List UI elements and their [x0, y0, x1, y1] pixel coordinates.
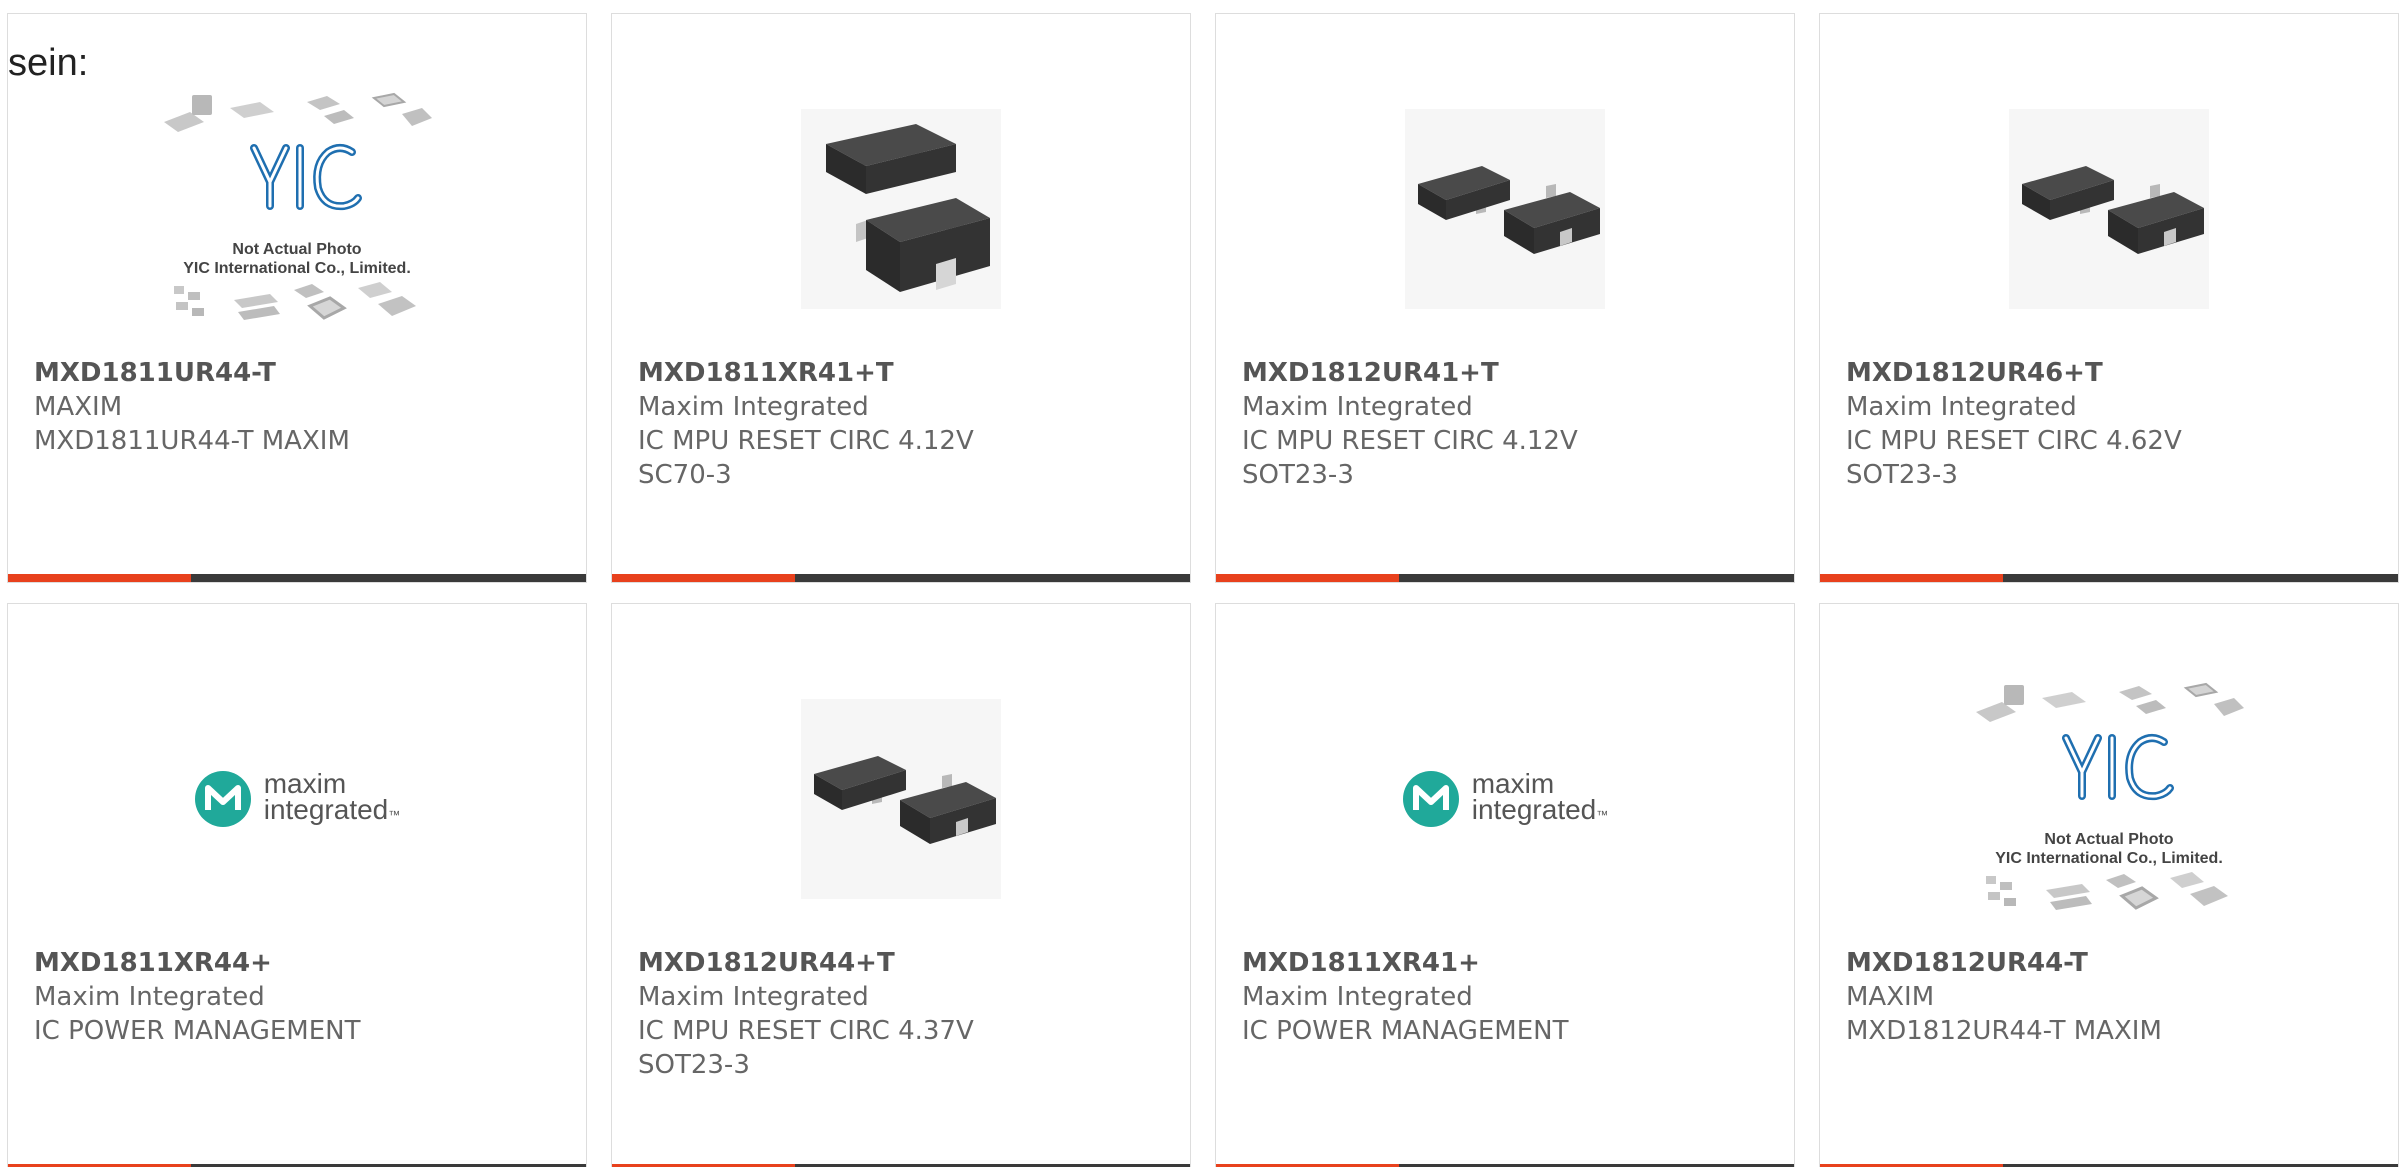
description: IC MPU RESET CIRC 4.37V SOT23-3: [638, 1016, 974, 1080]
product-image[interactable]: [612, 64, 1190, 354]
description: IC MPU RESET CIRC 4.62V SOT23-3: [1846, 426, 2182, 490]
description: IC POWER MANAGEMENT: [1242, 1016, 1569, 1046]
yic-caption-line1: Not Actual Photo: [2044, 831, 2174, 848]
maxim-logo-text: maxim integrated™: [1471, 769, 1609, 828]
card-bar-accent: [1820, 574, 2003, 582]
yic-placeholder-graphic: [164, 92, 432, 211]
product-info: MXD1812UR44+T Maxim Integrated IC MPU RE…: [638, 946, 1058, 1082]
chip-graphic: [814, 756, 996, 844]
product-card[interactable]: maxim integrated™ MXD1811XR44+ Maxim Int…: [7, 603, 587, 1167]
maxim-logo-line2: integrated: [1471, 793, 1597, 825]
product-card[interactable]: Not Actual Photo YIC International Co., …: [7, 13, 587, 583]
product-image[interactable]: Not Actual Photo YIC International Co., …: [1820, 654, 2398, 944]
product-grid: Not Actual Photo YIC International Co., …: [7, 13, 2399, 1167]
product-card[interactable]: MXD1812UR44+T Maxim Integrated IC MPU RE…: [611, 603, 1191, 1167]
manufacturer: Maxim Integrated: [34, 982, 265, 1012]
product-info: MXD1811XR44+ Maxim Integrated IC POWER M…: [34, 946, 454, 1048]
card-progress-bar: [1820, 574, 2398, 582]
product-image[interactable]: maxim integrated™: [8, 654, 586, 944]
product-image[interactable]: [612, 654, 1190, 944]
product-info: MXD1812UR44-T MAXIM MXD1812UR44-T MAXIM: [1846, 946, 2266, 1048]
yic-placeholder-image: Not Actual Photo YIC International Co., …: [162, 90, 432, 328]
manufacturer: MAXIM: [34, 392, 123, 422]
intro-text: sein:: [8, 42, 89, 84]
yic-caption-line2: YIC International Co., Limited.: [1995, 850, 2223, 867]
sot23-chip-photo: [801, 699, 1001, 899]
yic-caption-line1: Not Actual Photo: [232, 241, 362, 258]
page: sein: Not Actual Photo YIC International…: [0, 0, 2400, 1167]
card-bar-accent: [612, 574, 795, 582]
yic-caption: Not Actual Photo YIC International Co., …: [183, 240, 411, 278]
product-card[interactable]: maxim integrated™ MXD1811XR41+ Maxim Int…: [1215, 603, 1795, 1167]
maxim-integrated-logo: maxim integrated™: [1402, 769, 1609, 828]
card-progress-bar: [1216, 574, 1794, 582]
maxim-logo-line2: integrated: [263, 793, 389, 825]
product-card[interactable]: Not Actual Photo YIC International Co., …: [1819, 603, 2399, 1167]
description: IC MPU RESET CIRC 4.12V SOT23-3: [1242, 426, 1578, 490]
maxim-logo-tm: ™: [1596, 807, 1609, 822]
yic-caption: Not Actual Photo YIC International Co., …: [1995, 830, 2223, 868]
chip-graphic: [2022, 166, 2204, 254]
product-card[interactable]: MXD1811XR41+T Maxim Integrated IC MPU RE…: [611, 13, 1191, 583]
product-card[interactable]: MXD1812UR41+T Maxim Integrated IC MPU RE…: [1215, 13, 1795, 583]
product-image[interactable]: Not Actual Photo YIC International Co., …: [8, 64, 586, 354]
part-number[interactable]: MXD1811XR44+: [34, 946, 454, 980]
product-info: MXD1811XR41+T Maxim Integrated IC MPU RE…: [638, 356, 1058, 492]
yic-chips-row: [1986, 872, 2228, 910]
part-number[interactable]: MXD1812UR46+T: [1846, 356, 2266, 390]
manufacturer: Maxim Integrated: [638, 392, 869, 422]
yic-caption-line2: YIC International Co., Limited.: [183, 260, 411, 277]
chip-graphic: [826, 124, 990, 292]
sot23-chip-photo: [1405, 109, 1605, 309]
maxim-logo-tm: ™: [388, 807, 401, 822]
maxim-logo-icon: [1402, 771, 1459, 827]
part-number[interactable]: MXD1811XR41+: [1242, 946, 1662, 980]
part-number[interactable]: MXD1812UR41+T: [1242, 356, 1662, 390]
product-image[interactable]: maxim integrated™: [1216, 654, 1794, 944]
yic-chips-row: [174, 282, 416, 320]
manufacturer: Maxim Integrated: [1242, 982, 1473, 1012]
product-info: MXD1812UR46+T Maxim Integrated IC MPU RE…: [1846, 356, 2266, 492]
manufacturer: Maxim Integrated: [1242, 392, 1473, 422]
description: IC POWER MANAGEMENT: [34, 1016, 361, 1046]
yic-placeholder-graphic: [1976, 682, 2244, 801]
description: IC MPU RESET CIRC 4.12V SC70-3: [638, 426, 974, 490]
sot23-chip-photo: [2009, 109, 2209, 309]
maxim-logo-text: maxim integrated™: [263, 769, 401, 828]
product-info: MXD1811XR41+ Maxim Integrated IC POWER M…: [1242, 946, 1662, 1048]
manufacturer: MAXIM: [1846, 982, 1935, 1012]
sc70-chip-photo: [801, 109, 1001, 309]
maxim-logo-icon: [194, 771, 251, 827]
card-bar-accent: [8, 574, 191, 582]
product-info: MXD1811UR44-T MAXIM MXD1811UR44-T MAXIM: [34, 356, 454, 458]
card-bar-accent: [1216, 574, 1399, 582]
product-info: MXD1812UR41+T Maxim Integrated IC MPU RE…: [1242, 356, 1662, 492]
part-number[interactable]: MXD1811XR41+T: [638, 356, 1058, 390]
description: MXD1812UR44-T MAXIM: [1846, 1016, 2162, 1046]
manufacturer: Maxim Integrated: [638, 982, 869, 1012]
yic-placeholder-image: Not Actual Photo YIC International Co., …: [1974, 680, 2244, 918]
part-number[interactable]: MXD1811UR44-T: [34, 356, 454, 390]
product-image[interactable]: [1216, 64, 1794, 354]
part-number[interactable]: MXD1812UR44-T: [1846, 946, 2266, 980]
card-progress-bar: [8, 574, 586, 582]
chip-graphic: [1418, 166, 1600, 254]
card-progress-bar: [612, 574, 1190, 582]
part-number[interactable]: MXD1812UR44+T: [638, 946, 1058, 980]
maxim-integrated-logo: maxim integrated™: [194, 769, 401, 828]
manufacturer: Maxim Integrated: [1846, 392, 2077, 422]
description: MXD1811UR44-T MAXIM: [34, 426, 350, 456]
product-image[interactable]: [1820, 64, 2398, 354]
product-card[interactable]: MXD1812UR46+T Maxim Integrated IC MPU RE…: [1819, 13, 2399, 583]
